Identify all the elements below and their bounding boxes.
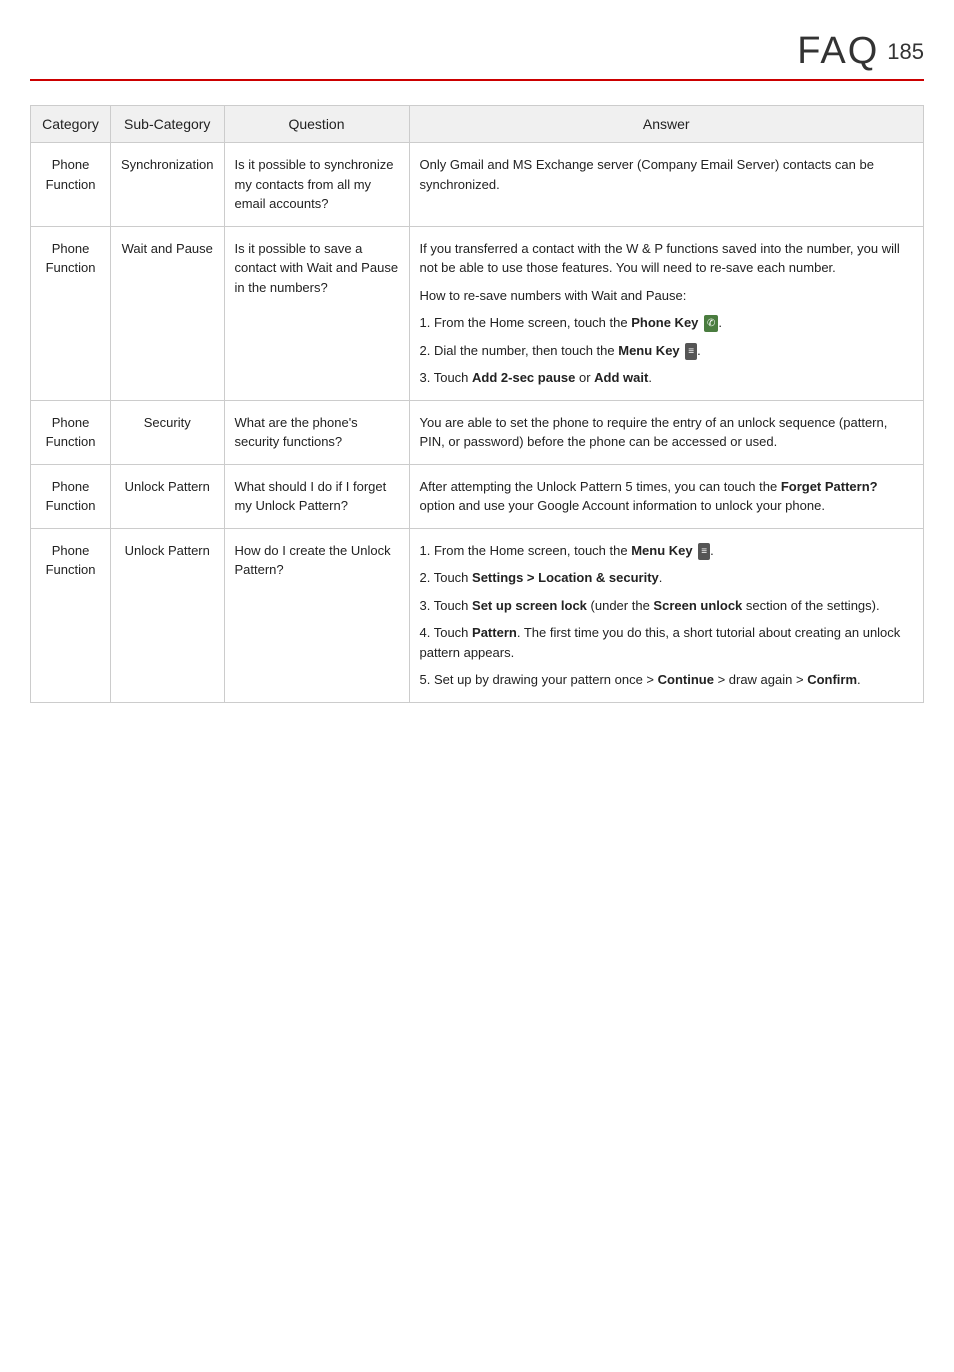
category-cell: PhoneFunction: [31, 226, 111, 400]
bold-text: Screen unlock: [653, 598, 742, 613]
question-cell: Is it possible to save a contact with Wa…: [224, 226, 409, 400]
answer-step: 3. Touch Set up screen lock (under the S…: [420, 596, 914, 616]
answer-text: After attempting the Unlock Pattern 5 ti…: [420, 477, 914, 516]
table-row: PhoneFunction Wait and Pause Is it possi…: [31, 226, 924, 400]
answer-step: 3. Touch Add 2-sec pause or Add wait.: [420, 368, 914, 388]
col-header-answer: Answer: [409, 106, 924, 143]
col-header-category: Category: [31, 106, 111, 143]
faq-table: Category Sub-Category Question Answer Ph…: [30, 105, 924, 703]
menu-key-icon: ≡: [698, 543, 710, 560]
bold-text: Set up screen lock: [472, 598, 587, 613]
category-cell: PhoneFunction: [31, 400, 111, 464]
category-cell: PhoneFunction: [31, 143, 111, 227]
question-cell: What are the phone's security functions?: [224, 400, 409, 464]
bold-text: Add 2-sec pause: [472, 370, 575, 385]
faq-title: FAQ: [797, 30, 879, 73]
answer-step: 5. Set up by drawing your pattern once >…: [420, 670, 914, 690]
answer-text: Only Gmail and MS Exchange server (Compa…: [420, 155, 914, 194]
answer-step: 1. From the Home screen, touch the Menu …: [420, 541, 914, 561]
subcategory-cell: Unlock Pattern: [111, 528, 225, 702]
bold-text: Phone Key: [631, 315, 698, 330]
bold-text: Pattern: [472, 625, 517, 640]
col-header-subcategory: Sub-Category: [111, 106, 225, 143]
category-cell: PhoneFunction: [31, 528, 111, 702]
answer-cell: If you transferred a contact with the W …: [409, 226, 924, 400]
bold-text: Add wait: [594, 370, 648, 385]
page-container: FAQ 185 Category Sub-Category Question A…: [0, 0, 954, 1372]
answer-text: You are able to set the phone to require…: [420, 413, 914, 452]
page-header: FAQ 185: [30, 30, 924, 81]
bold-text: Menu Key: [631, 543, 692, 558]
page-number: 185: [887, 39, 924, 65]
bold-text: Continue: [658, 672, 714, 687]
subcategory-cell: Wait and Pause: [111, 226, 225, 400]
subcategory-cell: Security: [111, 400, 225, 464]
subcategory-cell: Synchronization: [111, 143, 225, 227]
answer-step: 2. Touch Settings > Location & security.: [420, 568, 914, 588]
bold-text: Menu Key: [618, 343, 679, 358]
answer-cell: 1. From the Home screen, touch the Menu …: [409, 528, 924, 702]
table-row: PhoneFunction Unlock Pattern How do I cr…: [31, 528, 924, 702]
question-cell: Is it possible to synchronize my contact…: [224, 143, 409, 227]
category-cell: PhoneFunction: [31, 464, 111, 528]
subcategory-cell: Unlock Pattern: [111, 464, 225, 528]
answer-step: 2. Dial the number, then touch the Menu …: [420, 341, 914, 361]
question-cell: What should I do if I forget my Unlock P…: [224, 464, 409, 528]
answer-step: 1. From the Home screen, touch the Phone…: [420, 313, 914, 333]
answer-text: How to re-save numbers with Wait and Pau…: [420, 286, 914, 306]
table-row: PhoneFunction Synchronization Is it poss…: [31, 143, 924, 227]
table-row: PhoneFunction Security What are the phon…: [31, 400, 924, 464]
phone-key-icon: ✆: [704, 315, 718, 332]
answer-cell: After attempting the Unlock Pattern 5 ti…: [409, 464, 924, 528]
col-header-question: Question: [224, 106, 409, 143]
answer-step: 4. Touch Pattern. The first time you do …: [420, 623, 914, 662]
answer-cell: Only Gmail and MS Exchange server (Compa…: [409, 143, 924, 227]
menu-key-icon: ≡: [685, 343, 697, 360]
bold-text: Forget Pattern?: [781, 479, 878, 494]
answer-cell: You are able to set the phone to require…: [409, 400, 924, 464]
table-header-row: Category Sub-Category Question Answer: [31, 106, 924, 143]
answer-text: If you transferred a contact with the W …: [420, 239, 914, 278]
question-cell: How do I create the Unlock Pattern?: [224, 528, 409, 702]
bold-text: Confirm: [807, 672, 857, 687]
bold-text: Settings > Location & security: [472, 570, 659, 585]
table-row: PhoneFunction Unlock Pattern What should…: [31, 464, 924, 528]
